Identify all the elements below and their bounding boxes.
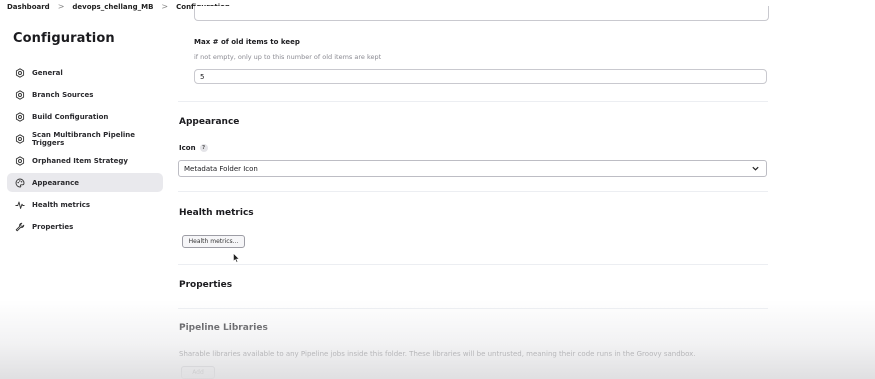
gear-icon bbox=[15, 67, 25, 78]
health-metrics-section-title: Health metrics bbox=[179, 208, 254, 218]
sidebar-item-label: Build Configuration bbox=[32, 112, 109, 121]
section-divider bbox=[178, 308, 768, 309]
chevron-right-icon: > bbox=[57, 2, 65, 11]
icon-select-value: Metadata Folder Icon bbox=[184, 164, 258, 173]
previous-field-input[interactable] bbox=[194, 6, 769, 21]
sidebar-item-label: Properties bbox=[32, 222, 74, 231]
max-items-input[interactable]: 5 bbox=[194, 69, 767, 84]
icon-label-row: Icon ? bbox=[179, 144, 208, 152]
section-divider bbox=[178, 264, 768, 265]
pulse-icon bbox=[15, 200, 25, 210]
properties-section-title: Properties bbox=[179, 280, 233, 290]
gear-icon bbox=[15, 133, 25, 144]
gear-icon bbox=[15, 155, 25, 166]
breadcrumb-project[interactable]: devops_chellang_MB bbox=[72, 3, 153, 11]
max-items-help: if not empty, only up to this number of … bbox=[194, 53, 382, 61]
sidebar: Configuration General Branch Sources Bui… bbox=[0, 13, 172, 379]
section-divider bbox=[178, 191, 768, 192]
sidebar-item-label: Appearance bbox=[32, 178, 79, 187]
sidebar-item-label: Orphaned Item Strategy bbox=[32, 156, 128, 165]
icon-select[interactable]: Metadata Folder Icon bbox=[178, 160, 767, 177]
gear-icon bbox=[15, 89, 25, 100]
health-metrics-button[interactable]: Health metrics... bbox=[182, 235, 245, 248]
chevron-right-icon: > bbox=[161, 2, 169, 11]
sidebar-item-label: Health metrics bbox=[32, 200, 91, 209]
icon-field-label: Icon bbox=[179, 144, 196, 152]
palette-icon bbox=[15, 178, 25, 188]
page-title: Configuration bbox=[13, 31, 115, 46]
sidebar-item-health-metrics[interactable]: Health metrics bbox=[7, 195, 163, 214]
pipeline-libraries-section-title: Pipeline Libraries bbox=[179, 323, 268, 333]
wrench-icon bbox=[15, 222, 25, 232]
sidebar-nav: General Branch Sources Build Configurati… bbox=[7, 63, 163, 239]
appearance-section-title: Appearance bbox=[179, 117, 240, 127]
sidebar-item-branch-sources[interactable]: Branch Sources bbox=[7, 85, 163, 104]
sidebar-item-label: Branch Sources bbox=[32, 90, 94, 99]
chevron-down-icon bbox=[752, 166, 759, 171]
sidebar-item-label: General bbox=[32, 68, 63, 77]
sidebar-item-build-configuration[interactable]: Build Configuration bbox=[7, 107, 163, 126]
sidebar-item-scan-triggers[interactable]: Scan Multibranch Pipeline Triggers bbox=[7, 129, 163, 148]
breadcrumb-dashboard[interactable]: Dashboard bbox=[7, 3, 50, 11]
mouse-cursor-icon bbox=[233, 253, 240, 263]
add-library-button[interactable]: Add bbox=[181, 366, 215, 379]
main-content: Max # of old items to keep if not empty,… bbox=[178, 0, 769, 379]
pipeline-libraries-description: Sharable libraries available to any Pipe… bbox=[179, 350, 696, 358]
gear-icon bbox=[15, 111, 25, 122]
section-divider bbox=[178, 101, 768, 102]
max-items-label: Max # of old items to keep bbox=[194, 38, 300, 46]
sidebar-item-orphaned-item-strategy[interactable]: Orphaned Item Strategy bbox=[7, 151, 163, 170]
sidebar-item-properties[interactable]: Properties bbox=[7, 217, 163, 236]
sidebar-item-label: Scan Multibranch Pipeline Triggers bbox=[32, 130, 135, 147]
sidebar-item-appearance[interactable]: Appearance bbox=[7, 173, 163, 192]
sidebar-item-general[interactable]: General bbox=[7, 63, 163, 82]
help-icon[interactable]: ? bbox=[199, 144, 208, 152]
